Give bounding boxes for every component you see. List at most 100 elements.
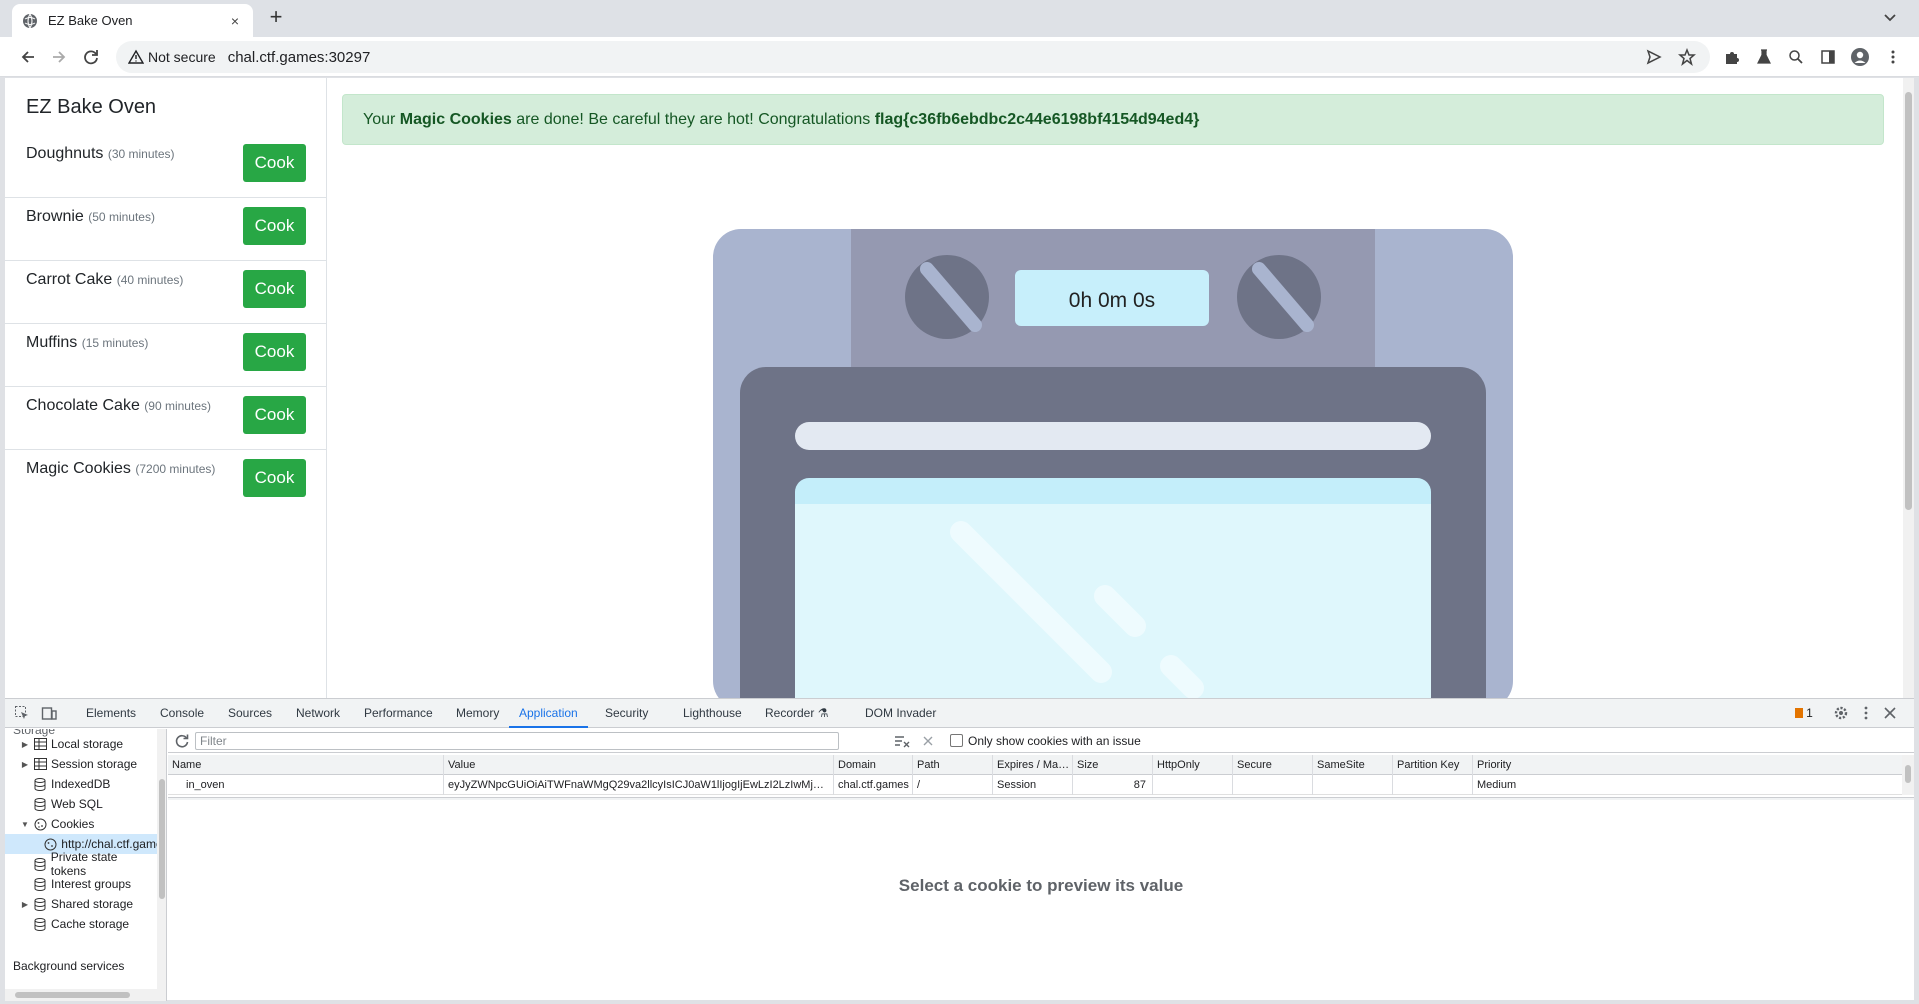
device-toolbar-button[interactable] (41, 705, 57, 721)
refresh-icon[interactable] (174, 733, 190, 749)
devtools-settings-button[interactable] (1833, 705, 1849, 721)
recipe-name: Carrot Cake (40 minutes) (26, 271, 184, 288)
column-header-partition-key[interactable]: Partition Key (1393, 755, 1473, 775)
delete-selected-button[interactable] (920, 733, 936, 749)
cookie-size-cell[interactable]: 87 (1073, 775, 1153, 795)
sidebar-item-indexeddb[interactable]: IndexedDB (5, 774, 155, 794)
cookie-domain-cell[interactable]: chal.ctf.games (834, 775, 913, 795)
recipe-name: Brownie (50 minutes) (26, 208, 155, 225)
cook-chocolate-cake-button[interactable]: Cook (243, 396, 306, 434)
tab-search-chevron-icon[interactable] (1881, 8, 1899, 26)
cookie-samesite-cell[interactable] (1313, 775, 1393, 795)
devtools-menu-button[interactable] (1858, 705, 1874, 721)
page-scrollbar[interactable] (1903, 78, 1914, 698)
sidebar-item-web-sql[interactable]: Web SQL (5, 794, 155, 814)
devtools-tab-recorder[interactable]: Recorder ⚗ (765, 699, 828, 728)
profile-button[interactable] (1848, 45, 1872, 69)
security-status[interactable]: Not secure (148, 49, 216, 65)
devtools-tab-application[interactable]: Application (509, 699, 588, 728)
column-header-secure[interactable]: Secure (1233, 755, 1313, 775)
cookie-httponly-cell[interactable] (1153, 775, 1233, 795)
cook-brownie-button[interactable]: Cook (243, 207, 306, 245)
recipe-item: Carrot Cake (40 minutes) Cook (5, 261, 327, 324)
sidebar-item-cookies[interactable]: ▼ Cookies (5, 814, 155, 834)
clear-all-cookies-button[interactable] (894, 733, 910, 749)
column-header-path[interactable]: Path (913, 755, 993, 775)
expand-arrow-icon[interactable]: ▶ (19, 900, 31, 909)
cook-carrot-cake-button[interactable]: Cook (243, 270, 306, 308)
cookie-secure-cell[interactable] (1233, 775, 1313, 795)
devtools-close-button[interactable] (1882, 705, 1898, 721)
column-header-size[interactable]: Size (1073, 755, 1153, 775)
devtools-tab-console[interactable]: Console (160, 699, 204, 728)
cookie-path-cell[interactable]: / (913, 775, 993, 795)
cookie-priority-cell[interactable]: Medium (1473, 775, 1902, 795)
extensions-button[interactable] (1720, 45, 1744, 69)
sidebar-item-interest-groups[interactable]: Interest groups (5, 874, 155, 894)
cookies-table-header: Name Value Domain Path Expires / Max-...… (168, 755, 1914, 775)
column-header-samesite[interactable]: SameSite (1313, 755, 1393, 775)
tab-close-icon[interactable]: × (227, 13, 243, 29)
sidebar-item-session-storage[interactable]: ▶ Session storage (5, 754, 155, 774)
cookie-partition-key-cell[interactable] (1393, 775, 1473, 795)
column-header-domain[interactable]: Domain (834, 755, 913, 775)
column-header-httponly[interactable]: HttpOnly (1153, 755, 1233, 775)
cookie-value-cell[interactable]: eyJyZWNpcGUiOiAiTWFnaWMgQ29va2llcyIsICJ0… (444, 775, 834, 795)
cookie-filter-input[interactable]: Filter (195, 732, 839, 750)
column-header-priority[interactable]: Priority (1473, 755, 1902, 775)
devtools-tab-security[interactable]: Security (605, 699, 648, 728)
only-issues-checkbox[interactable] (950, 734, 963, 747)
sidebar-item-cache-storage[interactable]: Cache storage (5, 914, 155, 934)
url-text[interactable]: chal.ctf.games:30297 (228, 49, 371, 66)
page-scroll-thumb[interactable] (1905, 92, 1912, 510)
send-tab-button[interactable] (1642, 45, 1666, 69)
sidebar-item-private-state-tokens[interactable]: Private state tokens (5, 850, 155, 878)
expand-arrow-icon[interactable]: ▶ (19, 740, 31, 749)
table-splitter[interactable] (168, 797, 1914, 800)
back-button[interactable] (16, 45, 40, 69)
browser-tab[interactable]: EZ Bake Oven × (12, 4, 253, 37)
devtools-tab-dom-invader[interactable]: DOM Invader (865, 699, 936, 728)
table-row[interactable]: in_oven eyJyZWNpcGUiOiAiTWFnaWMgQ29va2ll… (168, 775, 1914, 795)
back-arrow-icon (21, 51, 34, 63)
database-icon (33, 777, 47, 791)
star-icon (1678, 48, 1696, 66)
forward-arrow-icon (53, 51, 66, 63)
expand-arrow-icon[interactable]: ▶ (19, 760, 31, 769)
table-scrollbar[interactable] (1902, 755, 1914, 795)
cook-magic-cookies-button[interactable]: Cook (243, 459, 306, 497)
collapse-arrow-icon[interactable]: ▼ (19, 820, 31, 829)
zoom-button[interactable] (1784, 45, 1808, 69)
cook-doughnuts-button[interactable]: Cook (243, 144, 306, 182)
column-header-expires[interactable]: Expires / Max-... (993, 755, 1073, 775)
column-header-value[interactable]: Value (444, 755, 834, 775)
flask-icon (1757, 49, 1771, 64)
table-scroll-thumb[interactable] (1905, 765, 1911, 783)
devtools-tab-sources[interactable]: Sources (228, 699, 272, 728)
devtools-tab-memory[interactable]: Memory (456, 699, 499, 728)
address-bar[interactable]: Not secure chal.ctf.games:30297 (116, 41, 1710, 73)
bookmark-button[interactable] (1675, 45, 1699, 69)
issues-badge[interactable]: 1 (1790, 705, 1818, 721)
cook-muffins-button[interactable]: Cook (243, 333, 306, 371)
sidebar-item-shared-storage[interactable]: ▶ Shared storage (5, 894, 155, 914)
sidebar-hscrollbar[interactable] (5, 989, 157, 1001)
devtools-tab-network[interactable]: Network (296, 699, 340, 728)
devtools-tab-performance[interactable]: Performance (364, 699, 433, 728)
forward-button[interactable] (47, 45, 71, 69)
side-panel-button[interactable] (1816, 45, 1840, 69)
chrome-menu-button[interactable] (1881, 45, 1905, 69)
sidebar-item-local-storage[interactable]: ▶ Local storage (5, 734, 155, 754)
column-header-name[interactable]: Name (168, 755, 444, 775)
sidebar-hscroll-thumb[interactable] (15, 992, 130, 998)
devtools-tab-lighthouse[interactable]: Lighthouse (683, 699, 742, 728)
sidebar-scroll-thumb[interactable] (159, 779, 165, 899)
cookie-expires-cell[interactable]: Session (993, 775, 1073, 795)
inspect-element-button[interactable] (14, 705, 30, 721)
reload-button[interactable] (79, 45, 103, 69)
new-tab-button[interactable]: + (264, 6, 288, 30)
cookie-name-cell[interactable]: in_oven (168, 775, 444, 795)
sidebar-vscrollbar[interactable] (157, 729, 166, 1001)
devtools-tab-elements[interactable]: Elements (86, 699, 136, 728)
lab-extension-button[interactable] (1752, 45, 1776, 69)
